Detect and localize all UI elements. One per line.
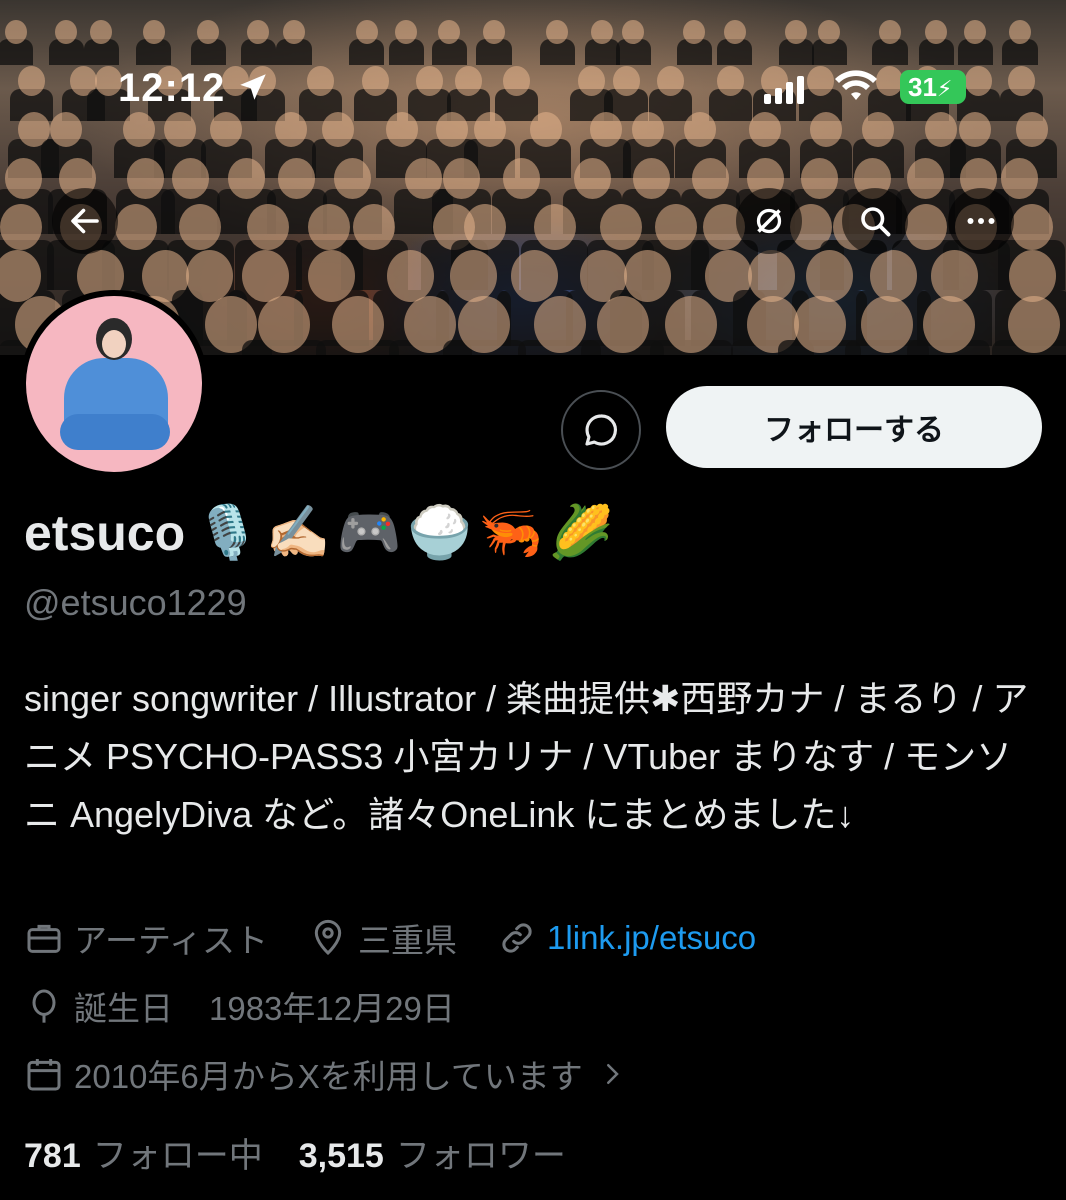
profile-category: アーティスト — [24, 914, 268, 962]
profile-birthday: 誕生日 1983年12月29日 — [24, 982, 455, 1030]
grok-button[interactable] — [736, 188, 802, 254]
display-name-row: etsuco 🎙️✍🏻🎮🍚🦐🌽 — [24, 502, 620, 563]
profile-joined[interactable]: 2010年6月からXを利用しています — [24, 1050, 627, 1098]
avatar[interactable] — [20, 290, 208, 478]
display-name: etsuco — [24, 504, 186, 561]
back-button[interactable] — [52, 188, 118, 254]
back-arrow-icon — [71, 208, 99, 234]
chevron-right-icon — [606, 1064, 619, 1084]
location-pin-icon — [314, 919, 342, 956]
username-handle: @etsuco1229 — [24, 582, 247, 623]
more-icon — [967, 218, 995, 224]
profile-location: 三重県 — [308, 914, 457, 962]
avatar-image — [26, 296, 202, 472]
status-time: 12:12 — [118, 66, 226, 110]
profile-link[interactable]: 1link.jp/etsuco — [497, 918, 756, 958]
wifi-icon — [835, 70, 877, 100]
briefcase-icon — [27, 924, 61, 953]
more-button[interactable] — [948, 188, 1014, 254]
following-label[interactable]: フォロー中 — [93, 1128, 263, 1177]
balloon-icon — [32, 989, 56, 1023]
follow-counts: 781 フォロー中 3,515 フォロワー — [24, 1128, 602, 1177]
search-icon — [861, 207, 891, 237]
name-emojis: 🎙️✍🏻🎮🍚🦐🌽 — [195, 503, 620, 563]
follow-button[interactable]: フォローする — [666, 386, 1042, 468]
message-button[interactable] — [561, 390, 641, 470]
battery-indicator: 31⚡ — [900, 70, 966, 104]
grok-icon — [756, 208, 782, 234]
calendar-icon — [27, 1059, 61, 1091]
followers-label[interactable]: フォロワー — [396, 1128, 566, 1177]
link-icon — [502, 923, 532, 953]
message-icon — [585, 414, 617, 446]
profile-meta-row: アーティスト 三重県 1link.jp/etsuco — [24, 914, 796, 962]
profile-bio: singer songwriter / Illustrator / 楽曲提供✱西… — [24, 678, 1029, 835]
search-button[interactable] — [842, 188, 908, 254]
followers-count[interactable]: 3,515 — [299, 1137, 384, 1176]
signal-icon — [764, 76, 804, 104]
following-count[interactable]: 781 — [24, 1137, 81, 1176]
location-arrow-icon — [240, 74, 266, 100]
